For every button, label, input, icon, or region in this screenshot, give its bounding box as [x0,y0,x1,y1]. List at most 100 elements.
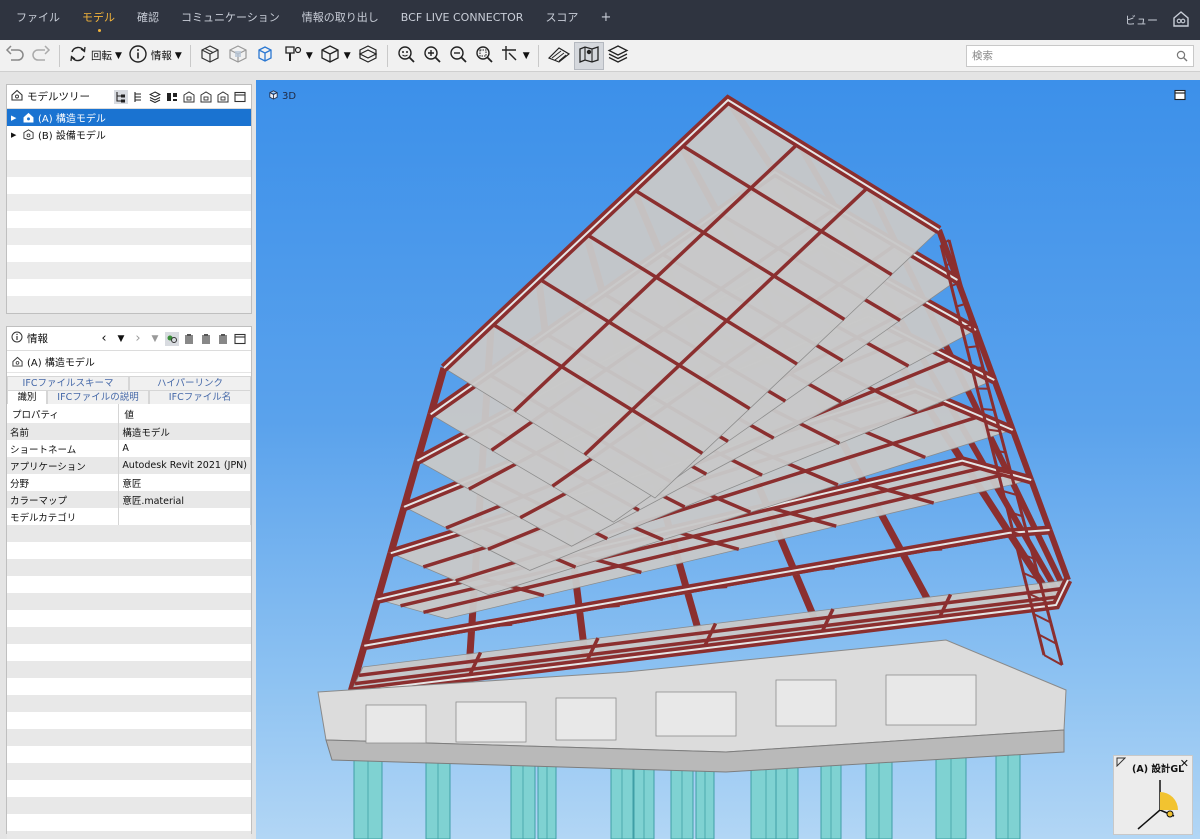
3d-viewport[interactable]: 3D (A) 設計GL ✕ [256,80,1200,839]
property-column-header[interactable]: プロパティ [7,404,120,423]
property-row[interactable]: 名前 構造モデル [7,423,251,440]
section-box-icon [227,44,249,67]
property-row[interactable]: アプリケーション Autodesk Revit 2021 (JPN) [7,457,251,474]
menu-check[interactable]: 確認 [126,0,170,40]
empty-row [7,525,251,542]
tree-item-structural-model[interactable]: ▶ (A) 構造モデル [7,109,251,126]
redo-button[interactable] [28,42,54,70]
building-model[interactable] [256,80,1200,839]
info-panel: 情報 ‹ ▼ › ▼ (A) 構造モデル IFCファイルスキーマ ハイパーリンク… [6,326,252,839]
model-update-icon[interactable] [216,90,230,104]
property-row[interactable]: モデルカテゴリ [7,508,251,525]
info-panel-header: 情報 ‹ ▼ › ▼ [7,327,251,351]
stair-step [966,345,978,349]
tree-storey-icon[interactable] [131,90,145,104]
tree-group-icon[interactable] [165,90,179,104]
menu-extract-info[interactable]: 情報の取り出し [291,0,390,40]
chevron-down-icon[interactable]: ▼ [148,332,162,346]
box-icon [199,44,221,67]
tree-hierarchy-icon[interactable] [114,89,128,104]
empty-row [7,729,251,746]
menu-bar: ファイル モデル 確認 コミュニケーション 情報の取り出し BCF LIVE C… [0,0,1200,40]
search-icon[interactable] [1176,50,1188,62]
paint-dropdown[interactable]: ▼ [278,42,316,70]
maximize-icon[interactable] [233,332,247,346]
tab-ifc-filename[interactable]: IFCファイル名 [149,390,251,404]
view-menu[interactable]: ビュー [1125,12,1158,28]
property-row[interactable]: カラーマップ 意匠.material [7,491,251,508]
isolate-button[interactable] [252,42,278,70]
model-home-icon[interactable] [1172,10,1190,31]
tab-ifc-schema[interactable]: IFCファイルスキーマ [7,376,129,390]
clipboard-icon[interactable] [216,332,230,346]
level-navigator[interactable]: (A) 設計GL ✕ [1113,755,1193,835]
layers-button[interactable] [604,42,632,70]
chevron-left-icon[interactable]: ‹ [97,331,111,346]
empty-row [7,610,251,627]
expand-arrow-icon[interactable]: ▶ [11,131,21,139]
link-icon[interactable] [165,331,179,346]
clipboard-icon[interactable] [182,332,196,346]
menu-model[interactable]: モデル [71,0,126,40]
rotate-icon [68,44,88,67]
maximize-icon[interactable] [1174,89,1186,104]
compass-icon [1137,780,1178,830]
rotate-dropdown[interactable]: 回転 ▼ [65,42,125,70]
expand-arrow-icon[interactable]: ▶ [11,114,21,122]
show-all-button[interactable] [196,42,224,70]
property-row[interactable]: ショートネーム A [7,440,251,457]
tab-hyperlink[interactable]: ハイパーリンク [129,376,251,390]
chevron-right-icon[interactable]: › [131,331,145,346]
property-name: モデルカテゴリ [7,508,120,525]
property-name: 名前 [7,423,120,440]
menu-file[interactable]: ファイル [0,0,71,40]
zoom-out-button[interactable] [445,42,471,70]
undo-icon [5,45,25,66]
close-icon[interactable]: ✕ [1180,757,1189,770]
menu-score[interactable]: スコア [534,0,589,40]
value-column-header[interactable]: 値 [118,404,251,423]
undo-button[interactable] [2,42,28,70]
pile-cap [365,704,427,744]
clipboard-icon[interactable] [199,332,213,346]
info-dropdown[interactable]: 情報 ▼ [125,42,185,70]
map-icon [578,44,600,67]
map-button[interactable] [573,41,604,70]
measure-icon [547,44,571,67]
chevron-down-icon: ▼ [305,50,313,61]
model-add-icon[interactable] [182,90,196,104]
search-input[interactable] [967,47,1176,65]
section-plane-button[interactable] [354,42,382,70]
model-remove-icon[interactable] [199,90,213,104]
measure-button[interactable] [544,42,574,70]
maximize-icon[interactable] [233,90,247,104]
menu-communication[interactable]: コミュニケーション [170,0,291,40]
view-cube-dropdown[interactable]: ▼ [316,42,354,70]
tree-item-equipment-model[interactable]: ▶ (B) 設備モデル [7,126,251,143]
cube-icon [255,44,275,67]
info-tabs: IFCファイルスキーマ ハイパーリンク 識別 IFCファイルの説明 IFCファイ… [7,376,251,404]
tab-identification[interactable]: 識別 [7,390,47,404]
empty-row [7,542,251,559]
toolbar: 回転 ▼ 情報 ▼ ▼ ▼ ▼ [0,40,1200,72]
menu-bcf-live-connector[interactable]: BCF LIVE CONNECTOR [390,0,535,40]
section-box-button[interactable] [224,42,252,70]
empty-row [7,746,251,763]
property-value: A [118,440,251,457]
tree-layers-icon[interactable] [148,90,162,104]
chevron-down-icon[interactable]: ▼ [114,332,128,346]
property-row[interactable]: 分野 意匠 [7,474,251,491]
pointer-dropdown[interactable]: ▼ [497,42,533,70]
zoom-fit-button[interactable] [393,42,419,70]
zoom-area-button[interactable] [471,42,497,70]
toolbar-divider [189,44,191,67]
model-tree-title: モデルツリー [27,91,90,103]
add-tab-button[interactable]: + [589,0,622,40]
toolbar-divider [59,44,60,67]
model-home-icon [23,112,34,123]
zoom-in-button[interactable] [419,42,445,70]
info-selection: (A) 構造モデル [7,351,251,373]
property-value: 構造モデル [118,423,251,440]
layers-icon [607,44,629,67]
tab-ifc-description[interactable]: IFCファイルの説明 [47,390,149,404]
